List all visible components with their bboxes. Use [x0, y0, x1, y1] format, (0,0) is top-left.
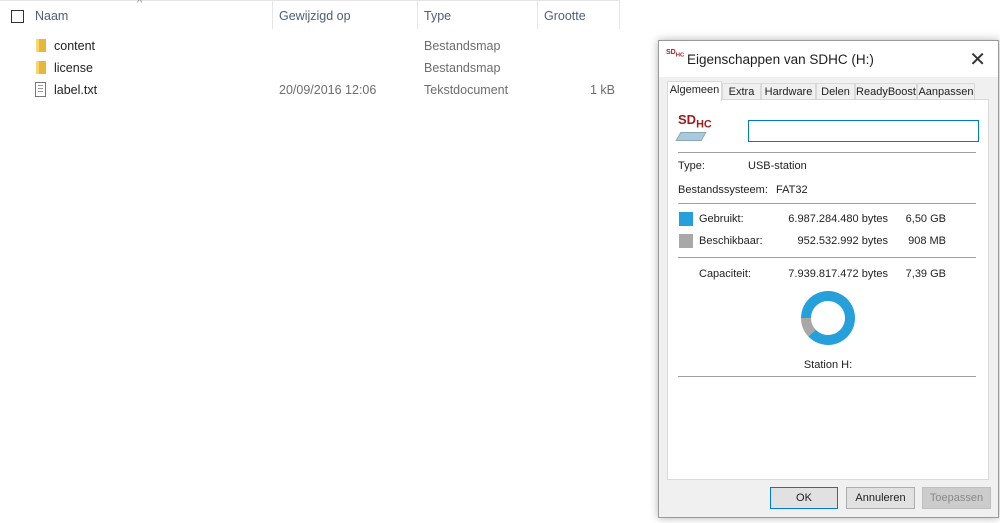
properties-dialog: SDHC Eigenschappen van SDHC (H:) ✕ Algem… — [658, 40, 999, 518]
tab-aanpassen[interactable]: Aanpassen — [917, 83, 975, 100]
cancel-button[interactable]: Annuleren — [846, 487, 915, 509]
dialog-title: Eigenschappen van SDHC (H:) — [687, 52, 874, 67]
column-size[interactable]: Grootte — [538, 1, 620, 29]
free-label: Beschikbaar: — [699, 235, 763, 247]
type-label: Type: — [678, 160, 705, 172]
ok-button[interactable]: OK — [770, 487, 838, 509]
sdhc-drive-large-icon: SDHC — [675, 112, 712, 141]
file-row[interactable]: label.txt 20/09/2016 12:06 Tekstdocument… — [0, 79, 640, 101]
volume-name-input[interactable] — [748, 120, 979, 142]
select-all-checkbox[interactable] — [11, 10, 24, 23]
station-label: Station H: — [803, 359, 853, 371]
free-size: 908 MB — [908, 235, 946, 247]
text-file-icon — [35, 82, 46, 97]
file-name: content — [54, 39, 96, 53]
file-type: Bestandsmap — [424, 61, 501, 75]
used-bytes: 6.987.284.480 bytes — [788, 213, 888, 225]
usage-donut-chart — [801, 291, 855, 345]
tab-algemeen[interactable]: Algemeen — [667, 81, 722, 101]
tab-delen[interactable]: Delen — [816, 83, 855, 100]
folder-icon — [36, 61, 46, 74]
general-panel: SDHC Type: USB-station Bestandssysteem: … — [667, 99, 989, 480]
file-name: license — [54, 61, 93, 75]
column-header: ^ Naam Gewijzigd op Type Grootte — [0, 0, 620, 30]
tab-extra[interactable]: Extra — [722, 83, 761, 100]
file-type: Bestandsmap — [424, 39, 501, 53]
title-bar[interactable]: SDHC Eigenschappen van SDHC (H:) ✕ — [659, 41, 998, 77]
apply-button[interactable]: Toepassen — [922, 487, 991, 509]
file-size: 1 kB — [590, 83, 616, 97]
file-row[interactable]: license Bestandsmap — [0, 57, 640, 79]
tab-hardware[interactable]: Hardware — [761, 83, 816, 100]
used-color-swatch — [679, 212, 693, 226]
capacity-bytes: 7.939.817.472 bytes — [788, 268, 888, 280]
capacity-size: 7,39 GB — [905, 268, 946, 280]
file-type: Tekstdocument — [424, 83, 509, 97]
type-value: USB-station — [748, 160, 807, 172]
filesystem-value: FAT32 — [776, 184, 808, 196]
free-color-swatch — [679, 234, 693, 248]
capacity-label: Capaciteit: — [699, 268, 751, 280]
used-label: Gebruikt: — [699, 213, 744, 225]
used-size: 6,50 GB — [905, 213, 946, 225]
close-icon[interactable]: ✕ — [969, 47, 986, 72]
column-name[interactable]: Naam — [29, 1, 273, 29]
column-modified[interactable]: Gewijzigd op — [273, 1, 418, 29]
file-name: label.txt — [54, 83, 98, 97]
file-modified: 20/09/2016 12:06 — [279, 83, 377, 97]
tab-readyboost[interactable]: ReadyBoost — [855, 83, 917, 100]
free-bytes: 952.532.992 bytes — [797, 235, 888, 247]
file-row[interactable]: content Bestandsmap — [0, 35, 640, 57]
column-type[interactable]: Type — [418, 1, 538, 29]
filesystem-label: Bestandssysteem: — [678, 184, 768, 196]
folder-icon — [36, 39, 46, 52]
sdhc-drive-icon: SDHC — [666, 49, 685, 59]
